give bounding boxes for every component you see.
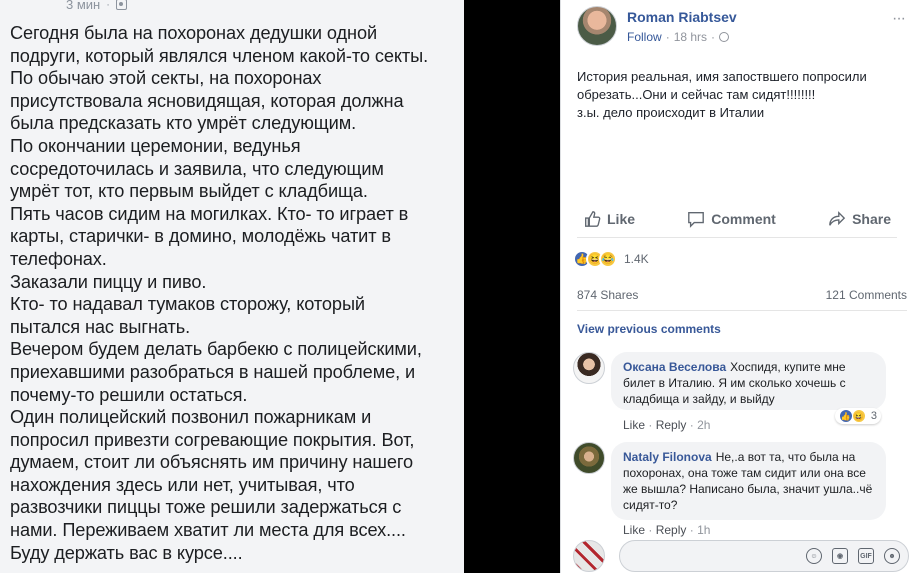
comment-item: Оксана Веселова Хоспидя, купите мне билет… — [573, 352, 903, 432]
left-post-meta: 3 мин · — [66, 0, 127, 12]
left-post-text: Сегодня была на похоронах дедушки одной … — [10, 22, 462, 564]
comment-bubble: Nataly Filonova Не,.а вот та, что была на… — [611, 442, 886, 520]
post-text-line: История реальная, имя запоствшего попрос… — [577, 69, 867, 84]
commenter-name[interactable]: Оксана Веселова — [623, 360, 726, 374]
post-header: Roman Riabtsev Follow · 18 hrs · ··· — [577, 6, 907, 48]
left-post-time: 3 мин — [66, 0, 101, 12]
story-paragraph: Один полицейский позвонил пожарникам и п… — [10, 407, 415, 541]
more-options-icon[interactable]: ··· — [892, 10, 906, 28]
shares-count[interactable]: 874 Shares — [577, 288, 638, 302]
comment-meta: Like · Reply · 2h — [623, 418, 710, 432]
laugh-reaction-icon: 😂 — [599, 250, 617, 268]
comment-bubble: Оксана Веселова Хоспидя, купите мне билет… — [611, 352, 886, 410]
meta-separator: · — [648, 523, 653, 537]
comment-composer: ☺ ◉ GIF ☻ — [573, 540, 911, 572]
comment-reply-link[interactable]: Reply — [656, 523, 687, 537]
commenter-avatar[interactable] — [573, 442, 605, 474]
post-time[interactable]: 18 hrs — [674, 30, 707, 44]
gif-icon[interactable]: GIF — [858, 548, 874, 564]
story-paragraph: По окончании церемонии, ведунья сосредот… — [10, 135, 384, 202]
author-name[interactable]: Roman Riabtsev — [627, 9, 737, 25]
comment-icon — [688, 211, 705, 228]
comments-count[interactable]: 121 Comments — [826, 288, 907, 302]
comment-button[interactable]: Comment — [681, 210, 782, 228]
comment-label: Comment — [711, 210, 776, 227]
comment-input[interactable]: ☺ ◉ GIF ☻ — [619, 540, 909, 572]
comment-time[interactable]: 1h — [697, 523, 710, 537]
share-button[interactable]: Share — [822, 210, 897, 228]
view-previous-comments-link[interactable]: View previous comments — [577, 322, 721, 336]
like-reaction-icon: 👍 — [838, 409, 853, 423]
follow-link[interactable]: Follow — [627, 30, 662, 44]
post-text-line: обрезать...Они и сейчас там сидят!!!!!!!… — [577, 87, 816, 102]
story-paragraph: Заказали пиццу и пиво. — [10, 271, 207, 292]
commenter-avatar[interactable] — [573, 352, 605, 384]
current-user-avatar — [573, 540, 605, 572]
meta-separator: · — [689, 418, 694, 432]
globe-icon — [719, 32, 730, 42]
story-paragraph: Кто- то надавал тумаков сторожу, который… — [10, 294, 365, 337]
post-text: История реальная, имя запоствшего попрос… — [577, 68, 902, 122]
comment-reply-link[interactable]: Reply — [656, 418, 687, 432]
sticker-icon[interactable]: ☻ — [884, 548, 900, 564]
comment-meta: Like · Reply · 1h — [623, 523, 710, 537]
comment-like-link[interactable]: Like — [623, 418, 645, 432]
story-paragraph: По обычаю этой секты, на похоронах прису… — [10, 68, 404, 134]
like-label: Like — [607, 210, 636, 227]
composer-icons: ☺ ◉ GIF ☻ — [806, 548, 900, 564]
post-sidebar: Roman Riabtsev Follow · 18 hrs · ··· Ист… — [560, 0, 911, 573]
photo-viewer-backdrop — [464, 0, 560, 573]
share-label: Share — [852, 210, 891, 227]
share-icon — [829, 210, 846, 226]
comment-reaction-count: 3 — [870, 410, 877, 422]
meta-separator: · — [711, 30, 716, 44]
commenter-name[interactable]: Nataly Filonova — [623, 450, 712, 464]
story-paragraph: Буду держать вас в курсе.... — [10, 542, 243, 563]
comment-reactions[interactable]: 👍 😆 3 — [834, 408, 881, 424]
reaction-badges: 👍 😆 😂 — [573, 250, 617, 268]
author-avatar[interactable] — [577, 6, 617, 46]
camera-icon[interactable]: ◉ — [832, 548, 848, 564]
post-subline: Follow · 18 hrs · — [627, 30, 730, 44]
story-paragraph: Вечером будем делать барбекю с полицейск… — [10, 339, 422, 405]
friends-icon — [115, 0, 127, 10]
laugh-reaction-icon: 😆 — [851, 409, 866, 423]
meta-separator: · — [689, 523, 694, 537]
thumbs-up-icon — [585, 210, 601, 227]
reaction-count: 1.4K — [624, 252, 649, 266]
post-stats: 874 Shares 121 Comments — [577, 288, 907, 311]
meta-separator: · — [665, 30, 670, 44]
post-actions: Like Comment Share — [577, 200, 897, 238]
comment-like-link[interactable]: Like — [623, 523, 645, 537]
story-paragraph: Сегодня была на похоронах дедушки одной … — [10, 23, 429, 66]
reactions-summary[interactable]: 👍 😆 😂 1.4K — [573, 248, 649, 270]
meta-separator: · — [106, 0, 110, 11]
post-text-line: з.ы. дело происходит в Италии — [577, 105, 765, 120]
like-button[interactable]: Like — [577, 210, 641, 228]
comment-time[interactable]: 2h — [697, 418, 710, 432]
story-paragraph: Пять часов сидим на могилках. Кто- то иг… — [10, 203, 409, 269]
left-post-panel: 3 мин · Сегодня была на похоронах дедушк… — [0, 0, 464, 573]
emoji-icon[interactable]: ☺ — [806, 548, 822, 564]
meta-separator: · — [648, 418, 653, 432]
comment-item: Nataly Filonova Не,.а вот та, что была на… — [573, 442, 903, 537]
